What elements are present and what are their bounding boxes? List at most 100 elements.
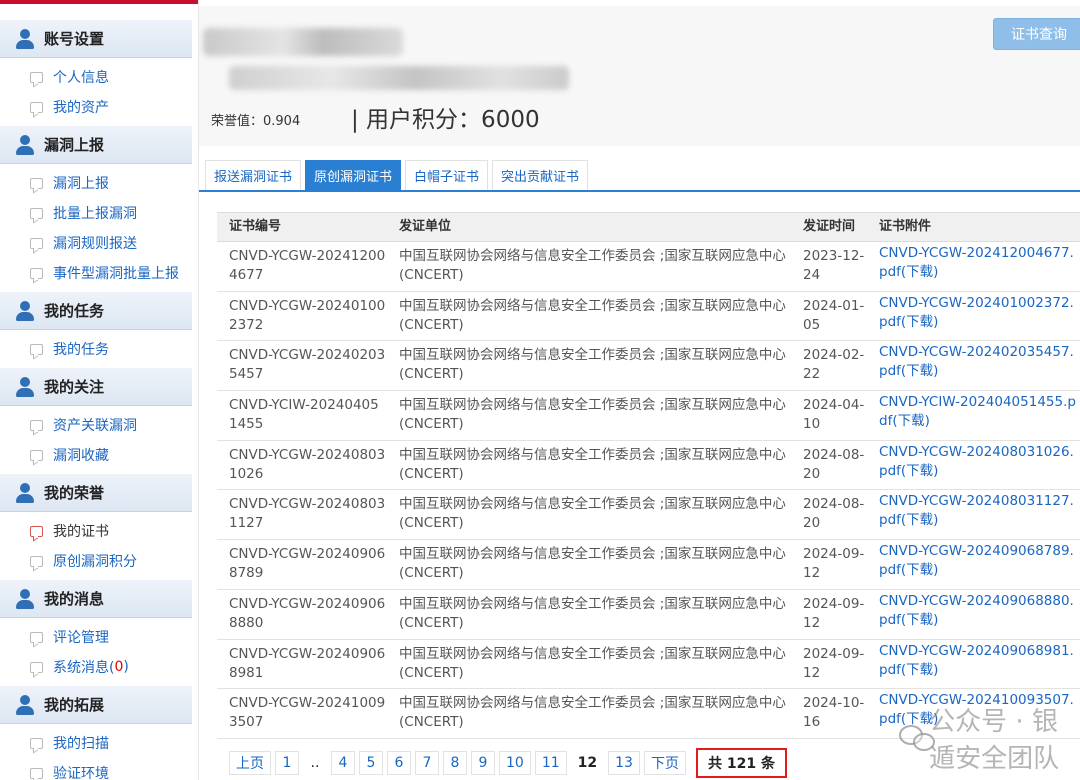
tab-reported-vuln-cert[interactable]: 报送漏洞证书 [205,160,302,190]
sidebar-item[interactable]: 漏洞规则报送 [0,228,200,258]
cert-id-cell: CNVD-YCGW-202408031127 [229,496,386,532]
attachment-link[interactable]: CNVD-YCGW-202412004677.pdf(下载) [867,242,1080,291]
page-number-button[interactable]: 5 [359,751,383,775]
sidebar-section-vuln-report[interactable]: 漏洞上报 [0,126,192,164]
sidebar-item[interactable]: 评论管理 [0,622,200,652]
prev-page-button[interactable]: 上页 [229,751,271,775]
issue-date-cell: 2024-04-10 [803,397,865,433]
sidebar-item[interactable]: 批量上报漏洞 [0,198,200,228]
issue-date-cell: 2024-09-12 [803,645,865,681]
sidebar-item[interactable]: 事件型漏洞批量上报 [0,258,200,288]
sidebar-item[interactable]: 资产关联漏洞 [0,410,200,440]
comment-icon [30,661,43,673]
issue-date-cell: 2023-12-24 [803,248,865,283]
table-row: CNVD-YCGW-202408031127 中国互联网协会网络与信息安全工作委员… [217,490,1080,541]
page-number-button[interactable]: 11 [534,751,567,775]
sidebar-item-label: 我的扫描 [53,736,109,752]
sidebar-item[interactable]: 我的扫描 [0,728,200,758]
user-icon [14,300,36,322]
sidebar-item[interactable]: 我的证书 [0,516,200,546]
col-cert-id: 证书编号 [229,219,282,234]
sidebar-item-label: 原创漏洞积分 [53,554,137,570]
sidebar-item[interactable]: 漏洞上报 [0,168,200,198]
issuer-cell: 中国互联网协会网络与信息安全工作委员会 ;国家互联网应急中心 (CNCERT) [399,248,786,283]
sidebar-item[interactable]: 系统消息(0) [0,652,200,682]
table-body: CNVD-YCGW-202412004677 中国互联网协会网络与信息安全工作委员… [217,242,1080,739]
sidebar-item-label: 漏洞上报 [53,176,109,192]
issuer-cell: 中国互联网协会网络与信息安全工作委员会 ;国家互联网应急中心 (CNCERT) [399,297,786,333]
sidebar-section-my-extensions[interactable]: 我的拓展 [0,686,192,724]
page-number-button: 12 [570,751,605,775]
page-number-button[interactable]: 8 [443,751,467,775]
issuer-cell: 中国互联网协会网络与信息安全工作委员会 ;国家互联网应急中心 (CNCERT) [399,496,786,532]
issue-date-cell: 2024-08-20 [803,496,865,532]
cert-id-cell: CNVD-YCGW-202409068789 [229,546,386,582]
issuer-cell: 中国互联网协会网络与信息安全工作委员会 ;国家互联网应急中心 (CNCERT) [399,446,786,482]
cert-id-cell: CNVD-YCGW-202409068981 [229,645,386,681]
certificate-query-button[interactable]: 证书查询 [993,18,1080,50]
page-number-button[interactable]: 9 [471,751,495,775]
attachment-link[interactable]: CNVD-YCIW-202404051455.pdf(下载) [867,391,1080,440]
sidebar-section-my-messages[interactable]: 我的消息 [0,580,192,618]
next-page-button[interactable]: 下页 [643,751,686,775]
cert-id-cell: CNVD-YCGW-202409068880 [229,595,386,631]
user-points: | 用户积分：6000 [351,107,540,133]
unread-count: 0 [114,659,124,675]
sidebar-section-account-settings[interactable]: 账号设置 [0,20,192,58]
user-icon [14,134,36,156]
wechat-icon [899,723,935,753]
sidebar-item[interactable]: 验证环境 [0,758,200,780]
cert-id-cell: CNVD-YCGW-202402035457 [229,347,386,383]
attachment-link[interactable]: CNVD-YCGW-202401002372.pdf(下载) [867,292,1080,341]
issuer-cell: 中国互联网协会网络与信息安全工作委员会 ;国家互联网应急中心 (CNCERT) [399,546,786,582]
comment-icon [30,525,43,537]
sidebar-item[interactable]: 个人信息 [0,62,200,92]
tab-original-vuln-cert[interactable]: 原创漏洞证书 [305,160,402,190]
sidebar-item[interactable]: 原创漏洞积分 [0,546,200,576]
table-row: CNVD-YCIW-202404051455 中国互联网协会网络与信息安全工作委员… [217,391,1080,441]
total-count: 共 121 条 [695,748,787,778]
comment-icon [30,207,43,219]
page-number-button[interactable]: 13 [608,751,640,775]
page-number-button[interactable]: 10 [499,751,531,775]
comment-icon [30,555,43,567]
issue-date-cell: 2024-08-20 [803,446,865,482]
sidebar-item[interactable]: 我的任务 [0,334,200,364]
sidebar-section-my-honors[interactable]: 我的荣誉 [0,474,192,512]
col-attachment: 证书附件 [879,219,932,234]
table-header: 证书编号 发证单位 发证时间 证书附件 [217,212,1080,242]
attachment-link[interactable]: CNVD-YCGW-202408031127.pdf(下载) [867,490,1080,539]
sidebar-subgroup: 评论管理系统消息(0) [0,618,200,686]
page-number-button[interactable]: 1 [275,751,299,775]
certificate-table: 证书编号 发证单位 发证时间 证书附件 CNVD-YCGW-2024120046… [217,212,1080,739]
honor-value: 荣誉值：0.904 [211,114,301,129]
table-row: CNVD-YCGW-202409068789 中国互联网协会网络与信息安全工作委员… [217,540,1080,590]
tab-whitehat-cert[interactable]: 白帽子证书 [405,160,489,190]
unread-close-paren: ) [123,659,129,675]
sidebar-section-my-tasks[interactable]: 我的任务 [0,292,192,330]
sidebar-section-my-follows[interactable]: 我的关注 [0,368,192,406]
sidebar-item-label: 评论管理 [53,630,109,646]
sidebar-item-label: 我的资产 [53,100,109,116]
attachment-link[interactable]: CNVD-YCGW-202409068981.pdf(下载) [867,640,1080,689]
watermark: 公众号 · 银遁安全团队 [899,707,1080,774]
issuer-cell: 中国互联网协会网络与信息安全工作委员会 ;国家互联网应急中心 (CNCERT) [399,645,786,681]
sidebar: 账号设置 个人信息 我的资产 漏洞上报 漏洞上报 批量上报漏洞 漏洞规则报送 事件型漏洞批量上… [0,6,200,780]
sidebar-item-label: 漏洞规则报送 [53,236,137,252]
comment-icon [30,71,43,83]
attachment-link[interactable]: CNVD-YCGW-202402035457.pdf(下载) [867,341,1080,390]
sidebar-item-label: 我的任务 [53,342,109,358]
attachment-link[interactable]: CNVD-YCGW-202408031026.pdf(下载) [867,441,1080,490]
page-number-button[interactable]: 4 [331,751,355,775]
comment-icon [30,177,43,189]
sidebar-section-label: 我的关注 [44,378,105,396]
page-number-button[interactable]: 6 [387,751,411,775]
attachment-link[interactable]: CNVD-YCGW-202409068789.pdf(下载) [867,540,1080,589]
sidebar-item[interactable]: 漏洞收藏 [0,440,200,470]
attachment-link[interactable]: CNVD-YCGW-202409068880.pdf(下载) [867,590,1080,639]
sidebar-item[interactable]: 我的资产 [0,92,200,122]
sidebar-section-label: 我的消息 [44,590,105,608]
page-number-button[interactable]: 7 [415,751,439,775]
comment-icon [30,343,43,355]
tab-contribution-cert[interactable]: 突出贡献证书 [492,160,589,190]
